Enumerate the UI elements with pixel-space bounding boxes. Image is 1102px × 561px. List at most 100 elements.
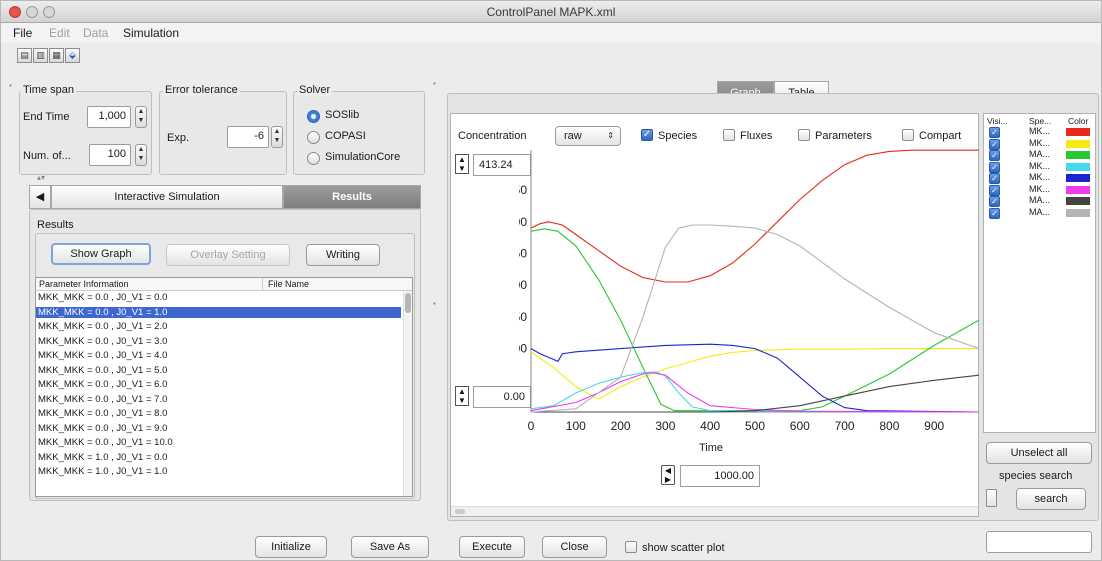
species-legend: Visi... Spe... Color ✓ MK... ✓ MK... ✓ MA... ✓… xyxy=(983,113,1096,433)
table-row[interactable]: MKK_MKK = 0.0 , J0_V1 = 7.0 xyxy=(36,394,401,405)
show-graph-button[interactable]: Show Graph xyxy=(51,243,151,265)
species-search-input[interactable] xyxy=(986,489,997,507)
scatter-plot-label: show scatter plot xyxy=(642,542,725,554)
legend-color-swatch[interactable] xyxy=(1066,162,1090,171)
legend-color-swatch[interactable] xyxy=(1066,208,1090,217)
table-row[interactable]: MKK_MKK = 0.0 , J0_V1 = 10.0 xyxy=(36,437,401,448)
writing-button[interactable]: Writing xyxy=(306,244,380,266)
legend-header-species: Spe... xyxy=(1029,116,1052,126)
legend-color-swatch[interactable] xyxy=(1066,174,1090,182)
xmax-input[interactable]: 1000.00 xyxy=(680,465,760,487)
menu-bar: File Edit Data Simulation xyxy=(1,23,1101,43)
solver-option-simulationcore: SimulationCore xyxy=(325,151,401,163)
legend-visible-checkbox[interactable]: ✓ xyxy=(989,150,1000,161)
table-row[interactable]: MKK_MKK = 1.0 , J0_V1 = 1.0 xyxy=(36,466,401,477)
initialize-button[interactable]: Initialize xyxy=(255,536,327,558)
close-button[interactable]: Close xyxy=(542,536,607,558)
legend-color-swatch[interactable] xyxy=(1066,128,1090,136)
solver-radio-copasi[interactable] xyxy=(307,131,320,144)
table-row[interactable]: MKK_MKK = 0.0 , J0_V1 = 4.0 xyxy=(36,350,401,361)
legend-color-swatch[interactable] xyxy=(1066,139,1090,148)
results-table[interactable]: Parameter Information File Name MKK_MKK … xyxy=(35,277,413,497)
left-tab-bar: ◀ Interactive Simulation Results xyxy=(29,185,423,209)
network-icon[interactable]: ⬙ xyxy=(65,48,80,63)
num-input[interactable]: 100 xyxy=(89,144,131,166)
legend-species-name: MK... xyxy=(1029,126,1051,136)
error-tolerance-label: Error tolerance xyxy=(163,84,240,96)
legend-visible-checkbox[interactable]: ✓ xyxy=(989,173,1000,184)
execute-button[interactable]: Execute xyxy=(459,536,525,558)
table-row[interactable]: MKK_MKK = 1.0 , J0_V1 = 0.0 xyxy=(36,452,401,463)
table-row[interactable]: MKK_MKK = 0.0 , J0_V1 = 6.0 xyxy=(36,379,401,390)
exp-input[interactable]: -6 xyxy=(227,126,269,148)
scatter-plot-checkbox[interactable] xyxy=(625,541,637,553)
legend-species-name: MK... xyxy=(1029,160,1051,171)
menu-simulation[interactable]: Simulation xyxy=(123,26,179,40)
legend-visible-checkbox[interactable]: ✓ xyxy=(989,138,1000,150)
col-file-name[interactable]: File Name xyxy=(268,279,309,289)
solver-radio-soslib[interactable] xyxy=(307,110,320,123)
table-row[interactable]: MKK_MKK = 0.0 , J0_V1 = 8.0 xyxy=(36,408,401,419)
tab-interactive-simulation[interactable]: Interactive Simulation xyxy=(51,185,283,209)
splitter-handle-left[interactable]: ▪ xyxy=(9,81,12,90)
save-as-button[interactable]: Save As xyxy=(351,536,429,558)
table-row[interactable]: MKK_MKK = 0.0 , J0_V1 = 5.0 xyxy=(36,365,401,376)
menu-file[interactable]: File xyxy=(13,26,32,40)
legend-species-name: MK... xyxy=(1029,172,1051,182)
series-line xyxy=(530,348,979,400)
app-window: ControlPanel MAPK.xml File Edit Data Sim… xyxy=(0,0,1102,561)
legend-visible-checkbox[interactable]: ✓ xyxy=(989,127,1000,138)
x-tick-label: 0 xyxy=(528,419,535,433)
end-time-input[interactable]: 1,000 xyxy=(87,106,131,128)
search-button[interactable]: search xyxy=(1016,488,1086,510)
x-tick-label: 100 xyxy=(566,419,586,433)
splitter-handle-middle[interactable]: ▪ xyxy=(433,299,436,308)
results-scroll-thumb[interactable] xyxy=(405,293,411,313)
table-row[interactable]: MKK_MKK = 0.0 , J0_V1 = 1.0 xyxy=(36,306,401,318)
save-file-icon[interactable]: ▥ xyxy=(33,48,48,63)
y-tick-label: 100 xyxy=(519,342,527,356)
graph-hscrollbar[interactable] xyxy=(451,506,978,516)
exp-label: Exp. xyxy=(167,132,190,144)
status-field[interactable] xyxy=(986,531,1092,553)
legend-color-swatch[interactable] xyxy=(1066,197,1090,205)
ymax-adjust-icon[interactable]: ▲ ▼ xyxy=(455,154,469,174)
legend-visible-checkbox[interactable]: ✓ xyxy=(989,161,1000,173)
x-tick-label: 700 xyxy=(835,419,855,433)
xmax-adjust-icon[interactable]: ◀ ▶ xyxy=(661,465,675,485)
results-scrollbar[interactable] xyxy=(403,291,412,496)
legend-header-color: Color xyxy=(1068,116,1089,126)
menu-edit[interactable]: Edit xyxy=(49,26,70,40)
exp-stepper[interactable]: ▲ ▼ xyxy=(271,126,283,148)
table-row[interactable]: MKK_MKK = 0.0 , J0_V1 = 2.0 xyxy=(36,321,401,332)
table-row[interactable]: MKK_MKK = 0.0 , J0_V1 = 9.0 xyxy=(36,423,401,434)
end-time-stepper[interactable]: ▲ ▼ xyxy=(135,106,147,128)
open-file-icon[interactable]: ▤ xyxy=(17,48,32,63)
time-span-label: Time span xyxy=(21,84,76,96)
graph-hscroll-thumb[interactable] xyxy=(455,509,465,514)
title-bar: ControlPanel MAPK.xml xyxy=(1,1,1101,23)
table-row[interactable]: MKK_MKK = 0.0 , J0_V1 = 0.0 xyxy=(36,292,401,303)
table-row[interactable]: MKK_MKK = 0.0 , J0_V1 = 3.0 xyxy=(36,336,401,347)
legend-color-swatch[interactable] xyxy=(1066,151,1090,159)
legend-visible-checkbox[interactable]: ✓ xyxy=(989,196,1000,207)
legend-color-swatch[interactable] xyxy=(1066,185,1090,194)
ymin-adjust-icon[interactable]: ▲ ▼ xyxy=(455,386,469,406)
solver-option-copasi: COPASI xyxy=(325,130,366,142)
results-section-label: Results xyxy=(37,219,74,231)
tab-results[interactable]: Results xyxy=(283,185,421,209)
num-label: Num. of... xyxy=(23,150,71,162)
menu-data[interactable]: Data xyxy=(83,26,108,40)
legend-visible-checkbox[interactable]: ✓ xyxy=(989,207,1000,219)
num-stepper[interactable]: ▲ ▼ xyxy=(135,144,147,166)
legend-visible-checkbox[interactable]: ✓ xyxy=(989,184,1000,196)
unselect-all-button[interactable]: Unselect all xyxy=(986,442,1092,464)
series-line xyxy=(530,149,979,283)
overlay-setting-button[interactable]: Overlay Setting xyxy=(166,244,290,266)
tab-scroll-left[interactable]: ◀ xyxy=(29,185,51,209)
col-parameter-information[interactable]: Parameter Information xyxy=(39,279,129,289)
splitter-handle-top[interactable]: ▪ xyxy=(433,79,436,88)
x-tick-label: 800 xyxy=(879,419,899,433)
solver-radio-simulationcore[interactable] xyxy=(307,152,320,165)
print-icon[interactable]: ▦ xyxy=(49,48,64,63)
